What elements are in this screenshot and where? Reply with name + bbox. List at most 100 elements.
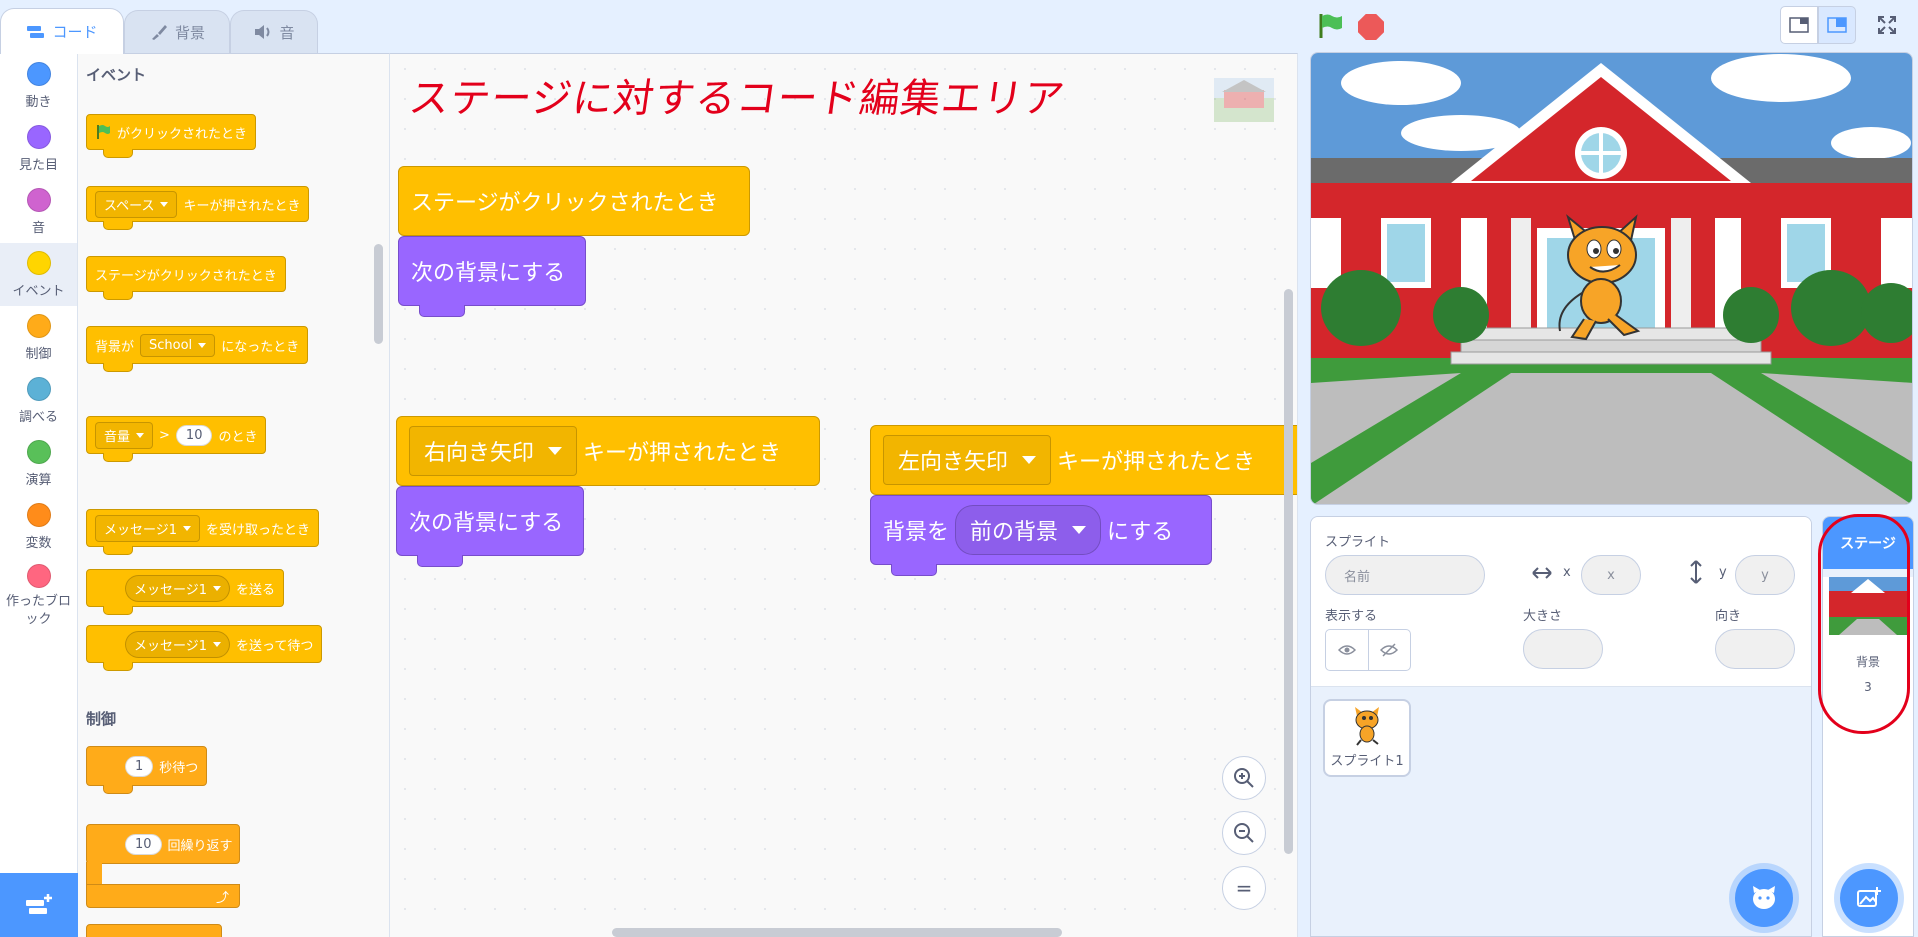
cat-sprite-icon [1558, 214, 1641, 341]
message-dropdown[interactable]: メッセージ1 [95, 514, 201, 542]
block-when-right-arrow-pressed[interactable]: 右向き矢印 キーが押されたとき [396, 393, 820, 486]
small-stage-button[interactable] [1780, 6, 1818, 44]
wait-seconds-input[interactable]: 1 [125, 755, 154, 777]
choose-sprite-button[interactable] [1735, 869, 1793, 927]
block-repeat[interactable]: 10 回繰り返す [86, 824, 240, 864]
code-icon [27, 25, 45, 38]
small-stage-icon [1789, 17, 1809, 33]
block-when-stage-clicked[interactable]: ステージがクリックされたとき [86, 241, 286, 300]
block-when-loudness-greater[interactable]: 音量 > 10 のとき [86, 401, 267, 462]
dropdown-value: 右向き矢印 [424, 441, 535, 466]
zoom-out-button[interactable] [1222, 811, 1266, 855]
category-label: 演算 [25, 472, 52, 488]
block-palette: イベント がクリックされたとき スペース キーが押されたとき ステージがクリック… [78, 53, 390, 937]
backdrop-dropdown[interactable]: School [140, 333, 216, 357]
block-wait-seconds[interactable]: 1 秒待つ [86, 746, 208, 794]
category-sensing[interactable]: 調べる [0, 369, 77, 432]
green-flag-icon [97, 125, 110, 139]
dropdown-value: 左向き矢印 [898, 450, 1009, 475]
zoom-in-button[interactable] [1222, 756, 1266, 800]
key-dropdown[interactable]: スペース [95, 190, 178, 218]
x-input[interactable]: x [1581, 555, 1641, 595]
sprite-info-panel: スプライト 名前 x x y y 表示する 大きさ 向き [1311, 517, 1811, 687]
workspace-vertical-scrollbar[interactable] [1284, 289, 1293, 854]
category-looks[interactable]: 見た目 [0, 117, 77, 180]
message-dropdown[interactable]: メッセージ1 [125, 574, 231, 602]
tab-sounds[interactable]: 音 [230, 10, 318, 53]
block-when-backdrop-switches[interactable]: 背景が School になったとき [86, 311, 309, 372]
message-dropdown[interactable]: メッセージ1 [125, 630, 231, 658]
block-switch-backdrop-to[interactable]: 背景を 前の背景 にする [870, 495, 1212, 576]
tab-code[interactable]: コード [0, 8, 124, 54]
block-when-flag-clicked[interactable]: がクリックされたとき [86, 99, 257, 158]
block-text: になったとき [221, 339, 300, 355]
block-partial[interactable] [86, 924, 222, 937]
category-dot [26, 61, 51, 86]
zoom-reset-button[interactable]: = [1222, 866, 1266, 910]
block-text: 背景が [95, 339, 135, 355]
block-text: 次の背景にする [411, 261, 566, 286]
dropdown-caret-icon [183, 525, 192, 531]
palette-scrollbar[interactable] [374, 244, 383, 344]
category-my-blocks[interactable]: 作ったブロック [0, 558, 77, 634]
sprite-name-input[interactable]: 名前 [1325, 555, 1485, 595]
show-label: 表示する [1325, 609, 1378, 624]
block-notch [103, 546, 133, 555]
green-flag-button[interactable] [1316, 12, 1344, 40]
palette-heading-control: 制御 [86, 710, 117, 728]
block-next-backdrop[interactable]: 次の背景にする [398, 236, 586, 317]
block-next-backdrop[interactable]: 次の背景にする [396, 486, 584, 567]
category-variables[interactable]: 変数 [0, 495, 77, 558]
choose-backdrop-button[interactable] [1840, 869, 1898, 927]
speaker-icon [255, 25, 270, 39]
tab-backdrops[interactable]: 背景 [124, 10, 230, 53]
workspace-horizontal-scrollbar[interactable] [612, 928, 1062, 937]
key-dropdown[interactable]: 左向き矢印 [883, 435, 1052, 485]
size-input[interactable] [1523, 629, 1603, 669]
sprite-tile[interactable]: スプライト1 [1323, 699, 1411, 777]
stop-button[interactable] [1358, 14, 1384, 40]
show-button[interactable] [1326, 630, 1369, 670]
block-broadcast-and-wait[interactable]: メッセージ1 を送って待つ [86, 625, 323, 671]
editor-tabs: コード 背景 音 [0, 0, 330, 54]
category-sound[interactable]: 音 [0, 180, 77, 243]
category-dot [26, 187, 51, 212]
fullscreen-button[interactable] [1868, 6, 1906, 44]
add-extension-button[interactable] [0, 873, 78, 937]
hide-button[interactable] [1369, 630, 1411, 670]
block-text: がクリックされたとき [117, 126, 248, 142]
tab-label: コード [52, 23, 98, 41]
category-dot [26, 502, 51, 527]
image-add-icon [1857, 887, 1881, 907]
category-control[interactable]: 制御 [0, 306, 77, 369]
dropdown-caret-icon [548, 447, 563, 455]
zoom-in-icon [1234, 768, 1254, 788]
backdrop-dropdown[interactable]: 前の背景 [955, 505, 1102, 555]
category-motion[interactable]: 動き [0, 54, 77, 117]
block-when-stage-clicked[interactable]: ステージがクリックされたとき [398, 143, 750, 236]
direction-input[interactable] [1715, 629, 1795, 669]
category-operators[interactable]: 演算 [0, 432, 77, 495]
block-when-key-pressed[interactable]: スペース キーが押されたとき [86, 171, 310, 230]
normal-stage-button[interactable] [1818, 6, 1856, 44]
category-events[interactable]: イベント [0, 243, 77, 306]
dropdown-value: メッセージ1 [134, 638, 208, 654]
loudness-input[interactable]: 10 [175, 424, 213, 446]
loudness-dropdown[interactable]: 音量 [95, 421, 154, 449]
category-label: 音 [31, 220, 45, 236]
y-input[interactable]: y [1735, 555, 1795, 595]
block-text: キーが押されたとき [1057, 450, 1256, 475]
key-dropdown[interactable]: 右向き矢印 [409, 426, 578, 476]
repeat-count-input[interactable]: 10 [125, 833, 162, 855]
brush-icon [151, 25, 167, 40]
stage-canvas[interactable] [1310, 52, 1913, 505]
block-text: 回繰り返す [167, 838, 233, 854]
block-when-left-arrow-pressed[interactable]: 左向き矢印 キーが押されたとき [870, 402, 1297, 495]
visibility-toggle [1325, 629, 1411, 671]
script-workspace[interactable]: ステージに対するコード編集エリア ステージがクリックされたとき 次の背景にする … [390, 53, 1298, 937]
block-notch [103, 291, 133, 300]
stage-selector[interactable]: ステージ 背景 3 [1822, 516, 1914, 937]
tab-label: 音 [279, 23, 295, 42]
block-broadcast[interactable]: メッセージ1 を送る [86, 569, 285, 615]
block-when-receive-message[interactable]: メッセージ1 を受け取ったとき [86, 494, 320, 555]
